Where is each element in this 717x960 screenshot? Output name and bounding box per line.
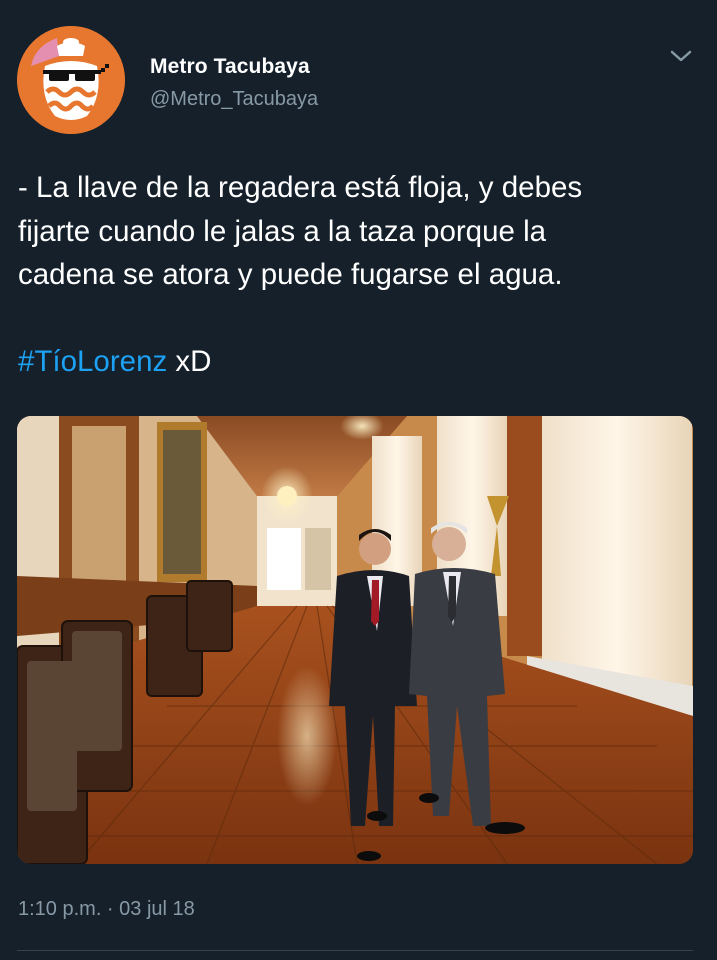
chevron-down-icon[interactable]: [668, 46, 694, 66]
hallway-photo-image: [17, 416, 693, 864]
tweet-timestamp[interactable]: 1:10 p.m. · 03 jul 18: [18, 898, 195, 921]
tweet-photo[interactable]: [17, 416, 693, 864]
tweet-text-line: cadena se atora y puede fugarse el agua.: [18, 258, 563, 291]
divider: [17, 950, 693, 951]
hashtag-link[interactable]: #TíoLorenz: [18, 345, 167, 378]
avatar[interactable]: [17, 26, 125, 134]
tweet-text: - La llave de la regadera está floja, y …: [18, 166, 708, 297]
hashtag-suffix: xD: [167, 345, 212, 378]
tweet-text-line: fijarte cuando le jalas a la taza porque…: [18, 214, 547, 248]
author-display-name[interactable]: Metro Tacubaya: [150, 55, 310, 79]
tweet: Metro Tacubaya @Metro_Tacubaya - La llav…: [0, 0, 717, 960]
pot-logo-icon: [17, 26, 125, 134]
tweet-text-line: - La llave de la regadera está floja, y …: [18, 171, 583, 204]
author-handle[interactable]: @Metro_Tacubaya: [150, 88, 318, 111]
hashtag-row: #TíoLorenz xD: [18, 340, 211, 384]
